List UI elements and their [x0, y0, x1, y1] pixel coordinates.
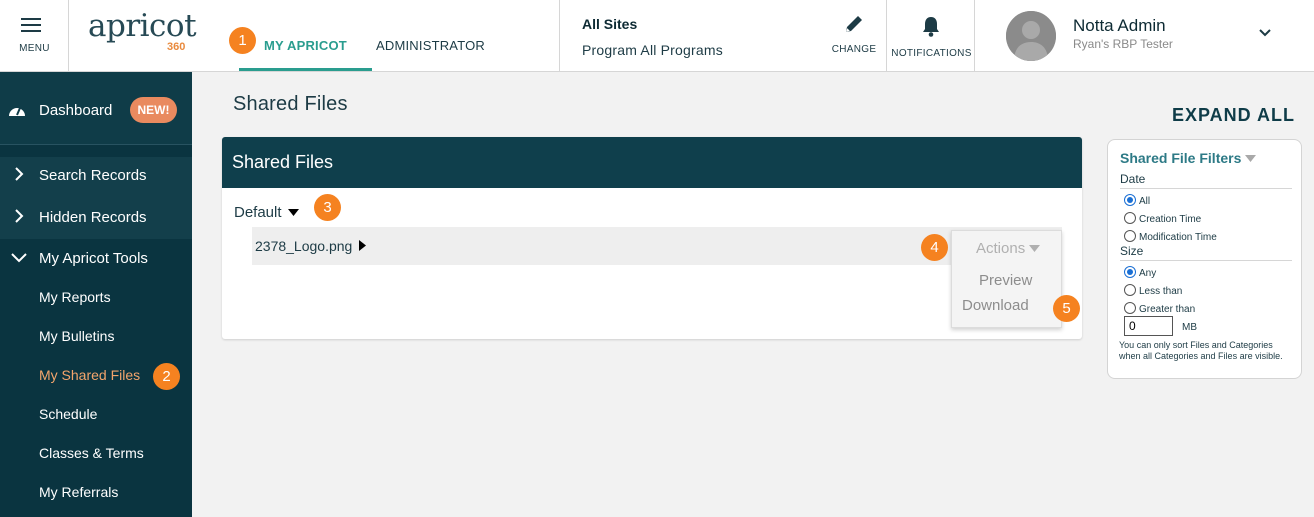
caret-right-icon [359, 240, 367, 251]
actions-button[interactable]: Actions [976, 240, 1041, 257]
page-title: Shared Files [233, 93, 348, 115]
top-bar: MENU apricot 360 1 MY APRICOT ADMINISTRA… [0, 0, 1314, 72]
sidebar-item-search-records[interactable]: Search Records [0, 157, 192, 198]
caret-down-icon [1029, 245, 1041, 252]
user-subtitle: Ryan's RBP Tester [1073, 37, 1173, 51]
program-label: Program All Programs [582, 42, 723, 58]
caret-down-icon [287, 209, 299, 216]
sidebar-item-my-apricot-tools[interactable]: My Apricot Tools [0, 239, 192, 279]
caret-down-icon [1245, 155, 1257, 162]
user-name: Notta Admin [1073, 16, 1166, 35]
divider [1120, 260, 1292, 261]
notifications-button[interactable]: NOTIFICATIONS [888, 0, 975, 71]
file-name[interactable]: 2378_Logo.png [255, 238, 367, 254]
panel-header: Shared Files [222, 137, 1082, 188]
user-menu[interactable]: Notta Admin Ryan's RBP Tester [976, 0, 1314, 71]
change-button[interactable]: CHANGE [830, 12, 878, 60]
shared-file-filters: Shared File Filters Date All Creation Ti… [1107, 139, 1302, 379]
size-unit: MB [1182, 322, 1197, 333]
filters-toggle[interactable]: Shared File Filters [1120, 150, 1257, 166]
radio-size-less-than[interactable]: Less than [1124, 284, 1182, 297]
avatar [1006, 11, 1056, 61]
chevron-right-icon [15, 209, 24, 223]
new-badge: NEW! [130, 97, 177, 123]
step-badge-4: 4 [921, 234, 948, 261]
preview-action[interactable]: Preview [979, 272, 1032, 289]
step-badge-5: 5 [1053, 295, 1080, 322]
panel-title: Shared Files [232, 152, 334, 172]
chevron-down-icon [1259, 29, 1271, 37]
site-title: All Sites [582, 16, 638, 32]
menu-button[interactable]: MENU [0, 0, 69, 71]
size-label: Size [1120, 244, 1144, 258]
tab-my-apricot[interactable]: MY APRICOT [239, 0, 372, 71]
radio-size-greater-than[interactable]: Greater than [1124, 302, 1195, 315]
sidebar-item-dashboard[interactable]: Dashboard NEW! [0, 72, 192, 145]
expand-all-button[interactable]: EXPAND ALL [1172, 105, 1295, 126]
step-badge-3: 3 [314, 194, 341, 221]
sidebar-item-schedule[interactable]: Schedule [0, 406, 192, 426]
sidebar: Dashboard NEW! Search Records Hidden Rec… [0, 72, 192, 517]
download-action[interactable]: Download [962, 297, 1029, 314]
sidebar-item-my-bulletins[interactable]: My Bulletins [0, 328, 192, 348]
sidebar-item-classes-terms[interactable]: Classes & Terms [0, 445, 192, 465]
chevron-right-icon [15, 167, 24, 181]
actions-dropdown: Actions Preview Download [951, 230, 1062, 328]
radio-size-any[interactable]: Any [1124, 266, 1156, 279]
bell-icon [923, 17, 939, 37]
category-dropdown[interactable]: Default [234, 204, 299, 221]
menu-label: MENU [19, 43, 50, 54]
apricot-logo[interactable]: apricot 360 [88, 9, 198, 59]
sidebar-item-my-referrals[interactable]: My Referrals [0, 484, 192, 504]
size-value-input[interactable] [1124, 316, 1173, 336]
dashboard-icon [9, 107, 25, 116]
radio-date-creation-time[interactable]: Creation Time [1124, 212, 1201, 225]
date-label: Date [1120, 172, 1146, 186]
chevron-down-icon [11, 253, 27, 263]
sort-note: You can only sort Files and Categories w… [1119, 340, 1283, 361]
radio-date-modification-time[interactable]: Modification Time [1124, 230, 1217, 243]
sidebar-item-hidden-records[interactable]: Hidden Records [0, 198, 192, 239]
divider [1120, 188, 1292, 189]
tab-administrator[interactable]: ADMINISTRATOR [376, 38, 485, 53]
sidebar-item-label: Dashboard [39, 102, 113, 119]
shared-files-panel: Shared Files Default 3 2378_Logo.png 4 A… [222, 137, 1082, 339]
step-badge-2: 2 [153, 363, 180, 390]
pencil-icon [846, 16, 862, 32]
radio-date-all[interactable]: All [1124, 194, 1150, 207]
hamburger-icon [21, 18, 41, 32]
sidebar-item-my-reports[interactable]: My Reports [0, 289, 192, 309]
